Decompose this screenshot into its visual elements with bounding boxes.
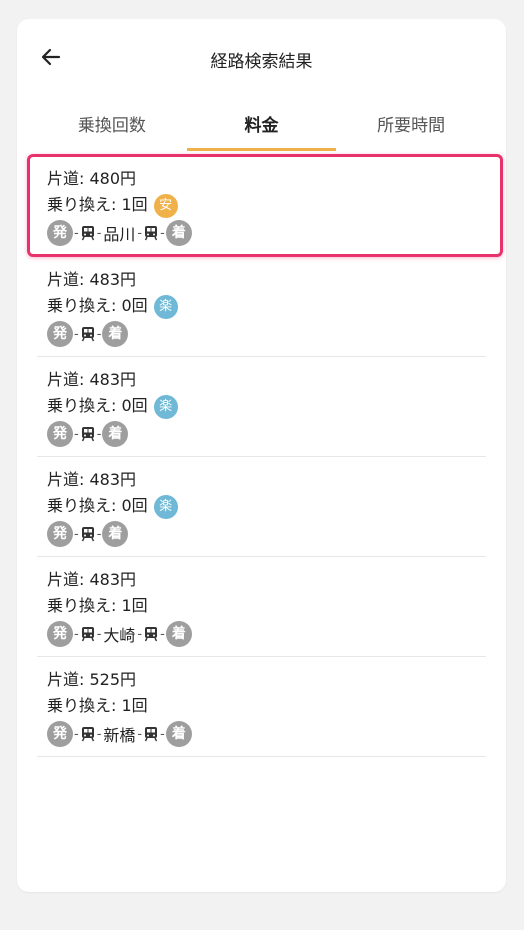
transfers-text: 乗り換え: 1回 [47, 195, 148, 214]
fare-text: 片道: 480円 [47, 169, 137, 188]
arrival-marker: 着 [102, 521, 129, 547]
connector: - [74, 526, 79, 542]
connector: - [96, 526, 102, 542]
transfers-line: 乗り換え: 1回 [47, 693, 486, 719]
route-sequence: 発 - - 新橋 - - 着 [47, 720, 486, 748]
tab-transfers[interactable]: 乗換回数 [37, 111, 187, 151]
connector: - [74, 225, 79, 241]
page-title: 経路検索結果 [210, 52, 313, 72]
arrival-marker: 着 [165, 721, 192, 747]
train-icon [81, 427, 94, 442]
fare-text: 片道: 483円 [47, 270, 137, 289]
header: 経路検索結果 [17, 19, 506, 101]
connector: - [137, 726, 143, 742]
departure-marker: 発 [47, 721, 73, 747]
transfers-text: 乗り換え: 1回 [47, 696, 148, 715]
arrival-marker: 着 [165, 621, 192, 647]
route-sequence: 発 - - 大崎 - - 着 [47, 620, 486, 648]
connector: - [96, 426, 102, 442]
arrival-marker: 着 [165, 220, 192, 246]
connector: - [160, 626, 165, 642]
route-item[interactable]: 片道: 483円 乗り換え: 0回楽 発 - - 着 [37, 457, 486, 557]
transfers-line: 乗り換え: 1回 [47, 593, 486, 619]
via-station: 大崎 [103, 626, 136, 645]
transfers-line: 乗り換え: 0回楽 [47, 393, 486, 419]
arrival-marker: 着 [102, 421, 129, 447]
connector: - [96, 225, 102, 241]
route-item[interactable]: 片道: 483円 乗り換え: 0回楽 発 - - 着 [37, 257, 486, 357]
connector: - [74, 626, 79, 642]
route-sequence: 発 - - 着 [47, 320, 486, 348]
transfers-line: 乗り換え: 0回楽 [47, 493, 486, 519]
train-icon [144, 226, 158, 241]
connector: - [74, 726, 79, 742]
easy-badge: 楽 [153, 495, 178, 519]
fare-text: 片道: 483円 [47, 370, 137, 389]
via-station: 品川 [103, 225, 136, 244]
route-sequence: 発 - - 着 [47, 520, 486, 548]
train-icon [144, 727, 158, 742]
via-station: 新橋 [103, 726, 136, 745]
connector: - [96, 326, 102, 342]
route-item[interactable]: 片道: 480円 乗り換え: 1回安 発 - - 品川 - - 着 [27, 154, 503, 257]
connector: - [160, 726, 165, 742]
transfers-text: 乗り換え: 0回 [47, 496, 148, 515]
easy-badge: 楽 [153, 395, 178, 419]
train-icon [81, 527, 94, 542]
connector: - [96, 626, 102, 642]
transfers-line: 乗り換え: 1回安 [47, 192, 500, 218]
connector: - [160, 225, 165, 241]
connector: - [96, 726, 102, 742]
tab-bar: 乗換回数 料金 所要時間 [37, 111, 486, 151]
route-item[interactable]: 片道: 525円 乗り換え: 1回 発 - - 新橋 - - 着 [37, 657, 486, 757]
transfers-line: 乗り換え: 0回楽 [47, 293, 486, 319]
connector: - [137, 225, 143, 241]
transfers-text: 乗り換え: 1回 [47, 596, 148, 615]
departure-marker: 発 [47, 621, 73, 647]
fare-text: 片道: 525円 [47, 670, 137, 689]
route-item[interactable]: 片道: 483円 乗り換え: 1回 発 - - 大崎 - - 着 [37, 557, 486, 657]
transfers-text: 乗り換え: 0回 [47, 396, 148, 415]
train-icon [144, 627, 158, 642]
connector: - [137, 626, 143, 642]
fare-text: 片道: 483円 [47, 470, 137, 489]
transfers-text: 乗り換え: 0回 [47, 296, 148, 315]
departure-marker: 発 [47, 421, 73, 447]
route-list: 片道: 480円 乗り換え: 1回安 発 - - 品川 - - 着 片道: 48… [27, 154, 503, 757]
tab-fare[interactable]: 料金 [186, 111, 337, 151]
cheap-badge: 安 [153, 194, 178, 218]
departure-marker: 発 [47, 521, 73, 547]
connector: - [74, 426, 79, 442]
departure-marker: 発 [47, 321, 73, 347]
train-icon [81, 226, 94, 241]
results-card: 経路検索結果 乗換回数 料金 所要時間 片道: 480円 乗り換え: 1回安 発… [17, 19, 506, 892]
connector: - [74, 326, 79, 342]
train-icon [81, 627, 94, 642]
departure-marker: 発 [47, 220, 73, 246]
train-icon [81, 327, 94, 342]
train-icon [81, 727, 94, 742]
route-sequence: 発 - - 着 [47, 420, 486, 448]
tab-duration[interactable]: 所要時間 [336, 111, 486, 151]
route-item[interactable]: 片道: 483円 乗り換え: 0回楽 発 - - 着 [37, 357, 486, 457]
easy-badge: 楽 [153, 295, 178, 319]
arrival-marker: 着 [102, 321, 129, 347]
route-sequence: 発 - - 品川 - - 着 [47, 219, 500, 247]
fare-text: 片道: 483円 [47, 570, 137, 589]
